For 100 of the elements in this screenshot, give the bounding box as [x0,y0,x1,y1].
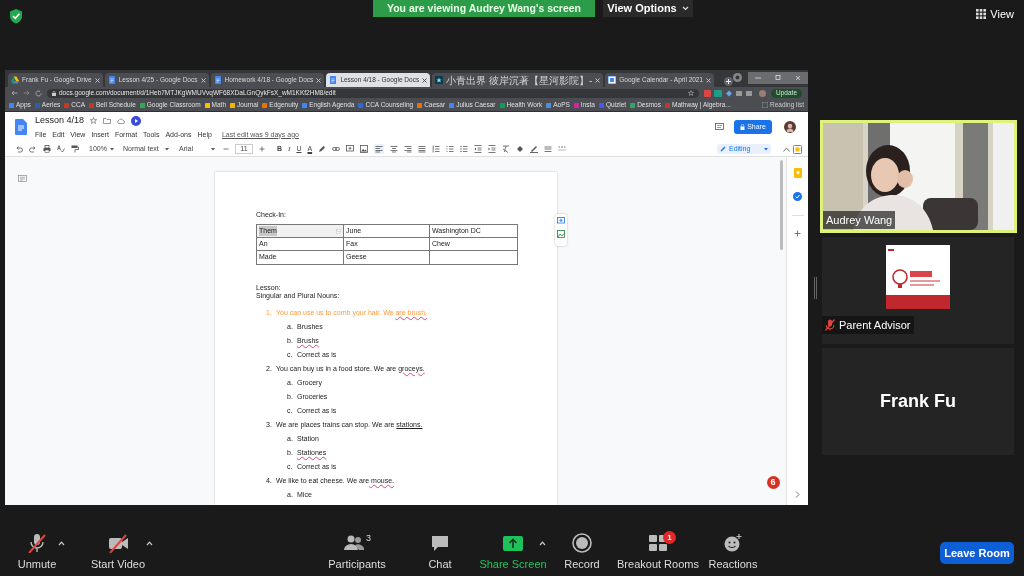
bookmark-icon [204,102,210,108]
toolbar-button[interactable]: Reactions [706,533,760,573]
suggest-image-icon[interactable] [557,230,565,238]
new-tab-icon[interactable] [724,77,734,86]
close-icon[interactable] [422,77,428,83]
reload-icon[interactable] [35,89,42,97]
align-left-icon[interactable] [374,144,385,154]
notification-badge: 6 [766,476,780,489]
close-icon[interactable] [788,71,808,84]
profile-avatar-icon[interactable] [759,89,767,97]
leave-room-button[interactable]: Leave Room [940,542,1014,564]
bookmark-icon [139,102,145,108]
smiley-icon [722,533,744,554]
bookmark-icon [64,102,70,108]
bookmark-icon [665,102,670,108]
toolbar-button[interactable]: Record [559,533,605,573]
paint-format-icon[interactable] [71,145,79,153]
drive-icon [11,76,19,84]
bookmark-icon [358,102,364,108]
increase-indent-icon[interactable] [488,145,497,153]
tasks-icon[interactable] [793,192,802,201]
toolbar-button[interactable]: 3 Participants [330,533,384,573]
align-center-icon[interactable] [390,145,399,153]
folder-icon[interactable] [103,117,112,124]
print-icon[interactable] [43,145,51,153]
scrollbar-thumb[interactable] [779,160,783,250]
toolbar-button[interactable]: Chat [420,533,460,573]
shield-icon [9,8,23,24]
bookmark-icon [230,102,236,108]
bookmark-icon [9,102,14,108]
caret-down-icon [211,147,215,151]
image-icon[interactable] [360,145,369,153]
screen-share-banner: You are viewing Audrey Wang's screen [373,0,595,17]
spellcheck-icon[interactable] [57,145,65,153]
bookmark-icon [302,102,308,108]
bulleted-list-icon[interactable] [460,145,469,153]
grid-icon [647,533,669,554]
participant-name-label: Audrey Wang [823,210,896,229]
bookmark-icon [417,102,423,108]
star-icon [435,76,444,84]
caret-down-icon [109,147,114,151]
bookmark-icon [598,102,604,108]
caret-up-icon[interactable] [146,541,153,546]
plus-icon[interactable] [259,146,265,152]
align-right-icon[interactable] [404,145,413,153]
caret-down-icon [764,147,768,151]
bookmark-icon [546,102,552,108]
document-title[interactable]: Lesson 4/18 [35,114,85,128]
highlighter-icon[interactable] [318,145,327,153]
resize-handle[interactable] [814,277,817,299]
bookmark-icon [262,102,268,108]
plus-icon[interactable] [794,230,801,237]
lock-icon [52,90,56,96]
collapse-icon[interactable] [783,146,790,152]
cloud-icon[interactable] [117,117,126,124]
redo-icon[interactable] [29,145,37,153]
lock-icon [740,124,746,130]
chevron-down-icon [681,6,689,11]
bookmark-icon [449,102,455,108]
caret-up-icon[interactable] [58,541,65,546]
reading-list-icon [762,102,769,108]
pen-color-icon[interactable] [530,145,539,153]
add-comment-icon[interactable] [557,217,565,225]
back-icon[interactable] [11,90,18,96]
view-options-button[interactable]: View Options [603,0,693,17]
participant-name: Frank Fu [880,390,956,413]
record-icon [571,533,593,554]
share-screen-icon [502,533,524,554]
link-icon[interactable] [332,145,341,153]
muted-mic-icon [825,318,835,331]
checklist-icon[interactable] [446,145,455,153]
view-button[interactable]: View [972,6,1018,22]
play-button-icon[interactable] [131,115,142,126]
undo-icon[interactable] [15,145,23,153]
bookmark-icon [34,102,40,108]
document-icon [329,76,338,84]
justify-icon[interactable] [418,145,427,153]
cell-menu-icon[interactable] [336,228,341,234]
toolbar-button[interactable]: Start Video [86,533,150,573]
toolbar-button[interactable]: Unmute [12,533,62,573]
chat-bubble-icon [429,533,451,554]
document-icon [213,76,222,84]
comment-history-icon[interactable] [715,123,724,131]
decrease-indent-icon[interactable] [474,145,483,153]
calendar-icon[interactable] [793,145,802,154]
star-outline-icon[interactable] [90,117,98,125]
add-comment-icon[interactable] [346,145,355,153]
bookmark-icon [573,102,579,108]
caret-up-icon[interactable] [539,541,546,546]
minimize-icon[interactable] [748,71,769,84]
line-spacing-icon[interactable] [432,145,441,153]
user-avatar-icon[interactable] [784,121,796,133]
clear-formatting-icon[interactable] [502,145,511,153]
bookmark-icon [499,102,505,108]
border-width-icon[interactable] [544,145,553,153]
caret-down-icon [165,147,169,151]
browser-tab[interactable]: 小青出界 彼岸沉著【星河影院】- [432,73,604,87]
calendar-icon [608,76,617,84]
forward-icon[interactable] [23,90,30,96]
bookmark-icon [630,102,636,108]
